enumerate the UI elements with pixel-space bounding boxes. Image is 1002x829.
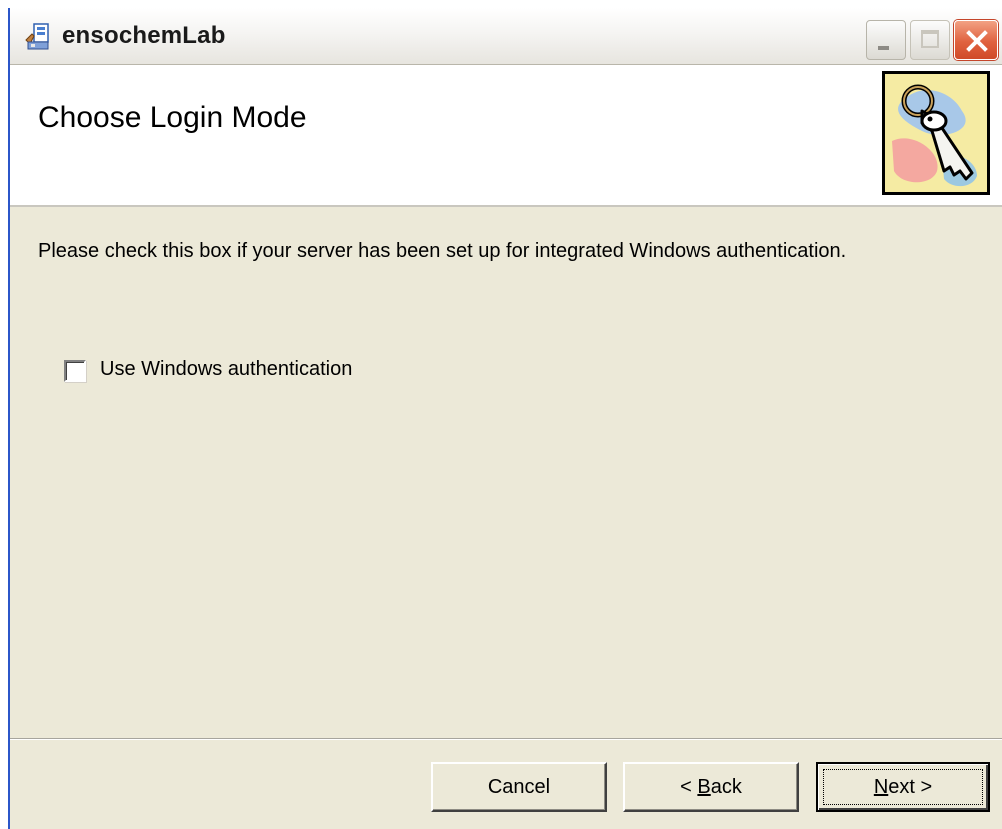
back-button-prefix: <	[680, 775, 698, 798]
close-button[interactable]	[954, 20, 998, 60]
windows-auth-checkbox[interactable]	[64, 360, 86, 382]
footer-separator	[10, 738, 1002, 740]
maximize-button[interactable]	[910, 20, 950, 60]
minimize-button[interactable]	[866, 20, 906, 60]
key-icon	[881, 70, 991, 196]
focus-rectangle	[823, 769, 983, 805]
window-title: ensochemLab	[62, 22, 226, 49]
maximize-icon	[921, 30, 939, 48]
title-bar[interactable]: ensochemLab	[10, 8, 1002, 65]
close-icon	[966, 30, 988, 52]
minimize-icon	[878, 46, 889, 50]
back-button[interactable]: < Back	[623, 762, 799, 812]
page-title: Choose Login Mode	[38, 101, 307, 134]
next-button[interactable]: Next >	[816, 762, 990, 812]
installer-app-icon	[24, 22, 54, 52]
wizard-header: Choose Login Mode	[10, 65, 1002, 207]
back-button-accelerator: B	[697, 775, 711, 798]
instruction-text: Please check this box if your server has…	[38, 240, 847, 262]
back-button-rest: ack	[710, 775, 742, 798]
cancel-button[interactable]: Cancel	[431, 762, 607, 812]
installer-window: ensochemLab Choose Login Mode Please che…	[8, 8, 1002, 829]
windows-auth-label[interactable]: Use Windows authentication	[100, 358, 352, 381]
